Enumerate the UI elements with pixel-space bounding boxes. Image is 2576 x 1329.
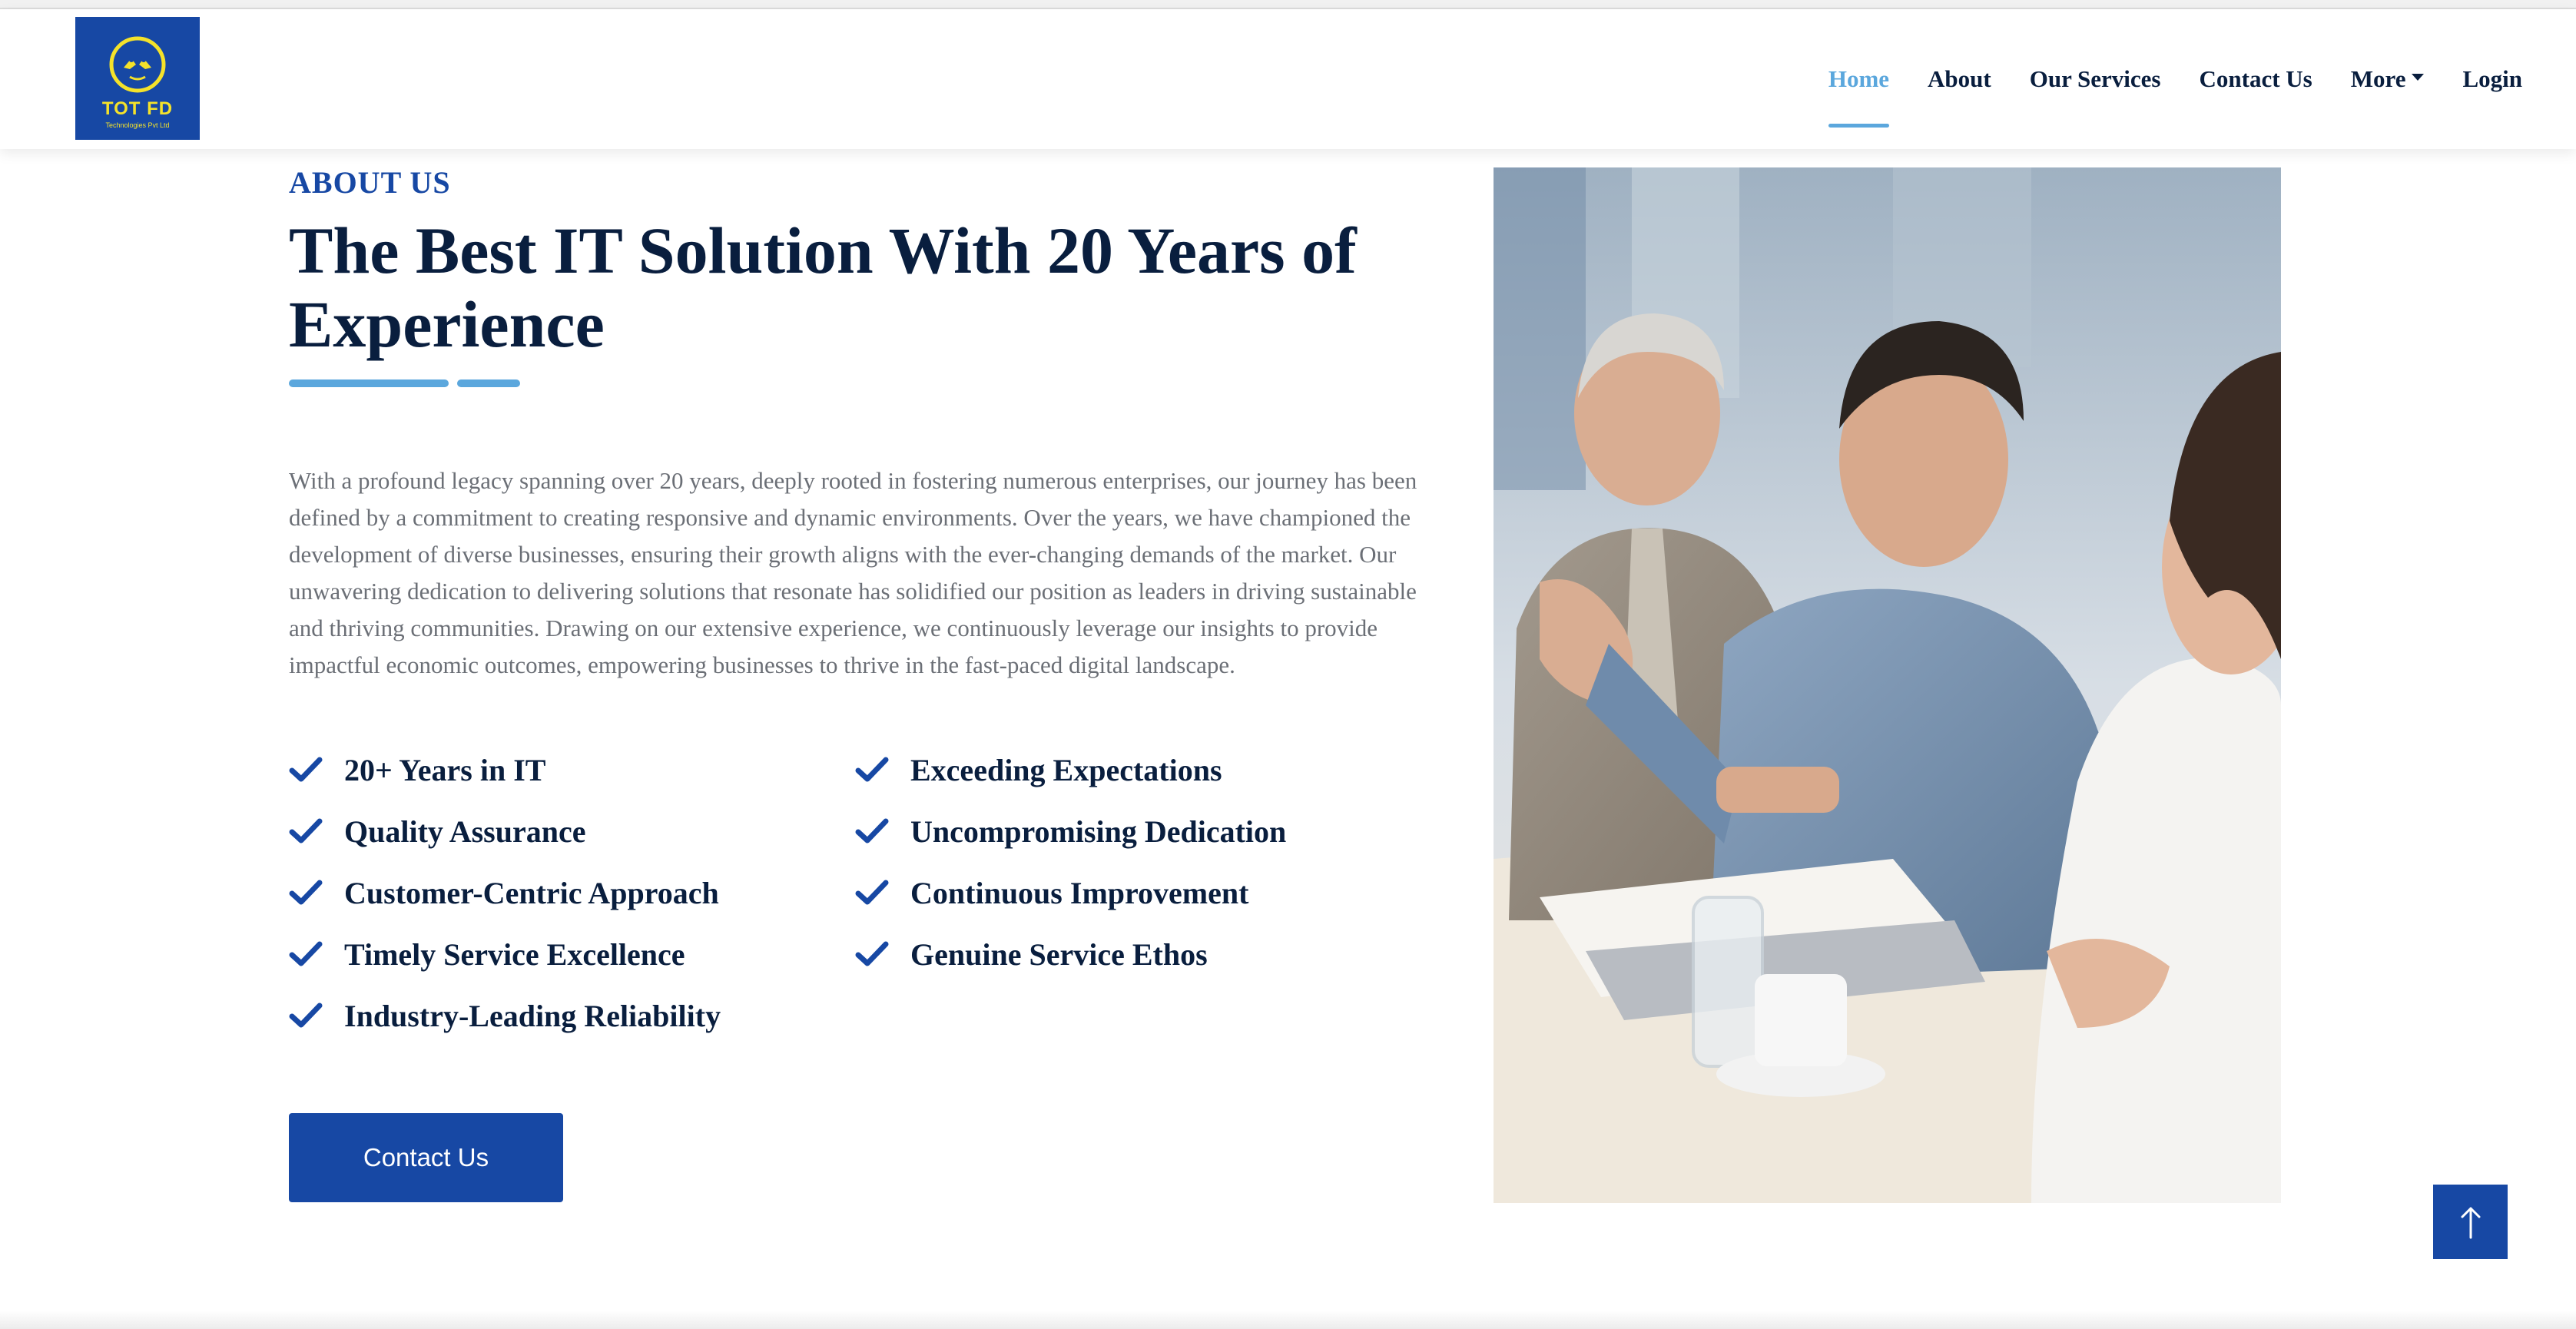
feature-item: Continuous Improvement <box>855 871 1408 914</box>
check-icon <box>855 880 889 905</box>
feature-item: 20+ Years in IT <box>289 748 855 791</box>
nav-our-services-label: Our Services <box>2029 65 2161 92</box>
feature-label: Genuine Service Ethos <box>910 936 1208 972</box>
nav-our-services[interactable]: Our Services <box>2030 9 2161 149</box>
navbar: TOT FD Technologies Pvt Ltd Home About O… <box>0 9 2576 149</box>
nav-about-label: About <box>1928 65 1991 92</box>
feature-item: Uncompromising Dedication <box>855 810 1408 853</box>
feature-item: Industry-Leading Reliability <box>289 994 855 1037</box>
section-label: ABOUT US <box>289 165 451 200</box>
feature-label: Industry-Leading Reliability <box>344 998 721 1033</box>
feature-label: Exceeding Expectations <box>910 752 1222 787</box>
nav-more-label: More <box>2350 65 2406 92</box>
nav-login-label: Login <box>2462 65 2522 92</box>
check-icon <box>289 880 323 905</box>
check-icon <box>289 757 323 782</box>
nav-more-dropdown[interactable]: More <box>2351 9 2425 149</box>
nav-home-label: Home <box>1828 65 1890 92</box>
feature-label: Customer-Centric Approach <box>344 875 719 910</box>
caret-down-icon <box>2412 73 2425 81</box>
feature-item: Timely Service Excellence <box>289 933 855 976</box>
check-icon <box>855 941 889 966</box>
logo-tagline: Technologies Pvt Ltd <box>105 121 170 129</box>
feature-list: 20+ Years in IT Exceeding Expectations Q… <box>289 748 1411 1037</box>
nav-contact-us-label: Contact Us <box>2199 65 2312 92</box>
nav-contact-us[interactable]: Contact Us <box>2200 9 2312 149</box>
feature-label: Uncompromising Dedication <box>910 814 1287 849</box>
brand-logo[interactable]: TOT FD Technologies Pvt Ltd <box>75 17 200 140</box>
main-nav: Home About Our Services Contact Us More … <box>1790 9 2522 149</box>
logo-emblem-icon <box>109 36 166 93</box>
feature-label: Timely Service Excellence <box>344 936 685 972</box>
top-rule <box>0 0 2576 9</box>
nav-home[interactable]: Home <box>1828 9 1890 149</box>
logo-name: TOT FD <box>101 98 174 119</box>
nav-about[interactable]: About <box>1928 9 1991 149</box>
feature-label: Quality Assurance <box>344 814 586 849</box>
contact-us-button-label: Contact Us <box>363 1143 489 1172</box>
nav-login[interactable]: Login <box>2462 9 2522 149</box>
check-icon <box>855 818 889 843</box>
contact-us-button[interactable]: Contact Us <box>289 1113 563 1202</box>
about-paragraph: With a profound legacy spanning over 20 … <box>289 467 1417 678</box>
title-underline-long <box>289 379 449 387</box>
title-underline-short <box>457 379 520 387</box>
page-title: The Best IT Solution With 20 Years of Ex… <box>289 214 1357 361</box>
check-icon <box>289 941 323 966</box>
feature-item: Quality Assurance <box>289 810 855 853</box>
feature-label: 20+ Years in IT <box>344 752 546 787</box>
team-meeting-photo <box>1494 167 2281 1203</box>
feature-label: Continuous Improvement <box>910 875 1249 910</box>
feature-item: Genuine Service Ethos <box>855 933 1408 976</box>
feature-item: Exceeding Expectations <box>855 748 1408 791</box>
check-icon <box>289 818 323 843</box>
section-bottom-edge <box>0 1311 2576 1329</box>
meeting-illustration <box>1494 167 2281 1203</box>
feature-item: Customer-Centric Approach <box>289 871 855 914</box>
check-icon <box>855 757 889 782</box>
check-icon <box>289 1003 323 1028</box>
scroll-to-top-button[interactable] <box>2433 1185 2508 1259</box>
arrow-up-icon <box>2461 1207 2480 1238</box>
